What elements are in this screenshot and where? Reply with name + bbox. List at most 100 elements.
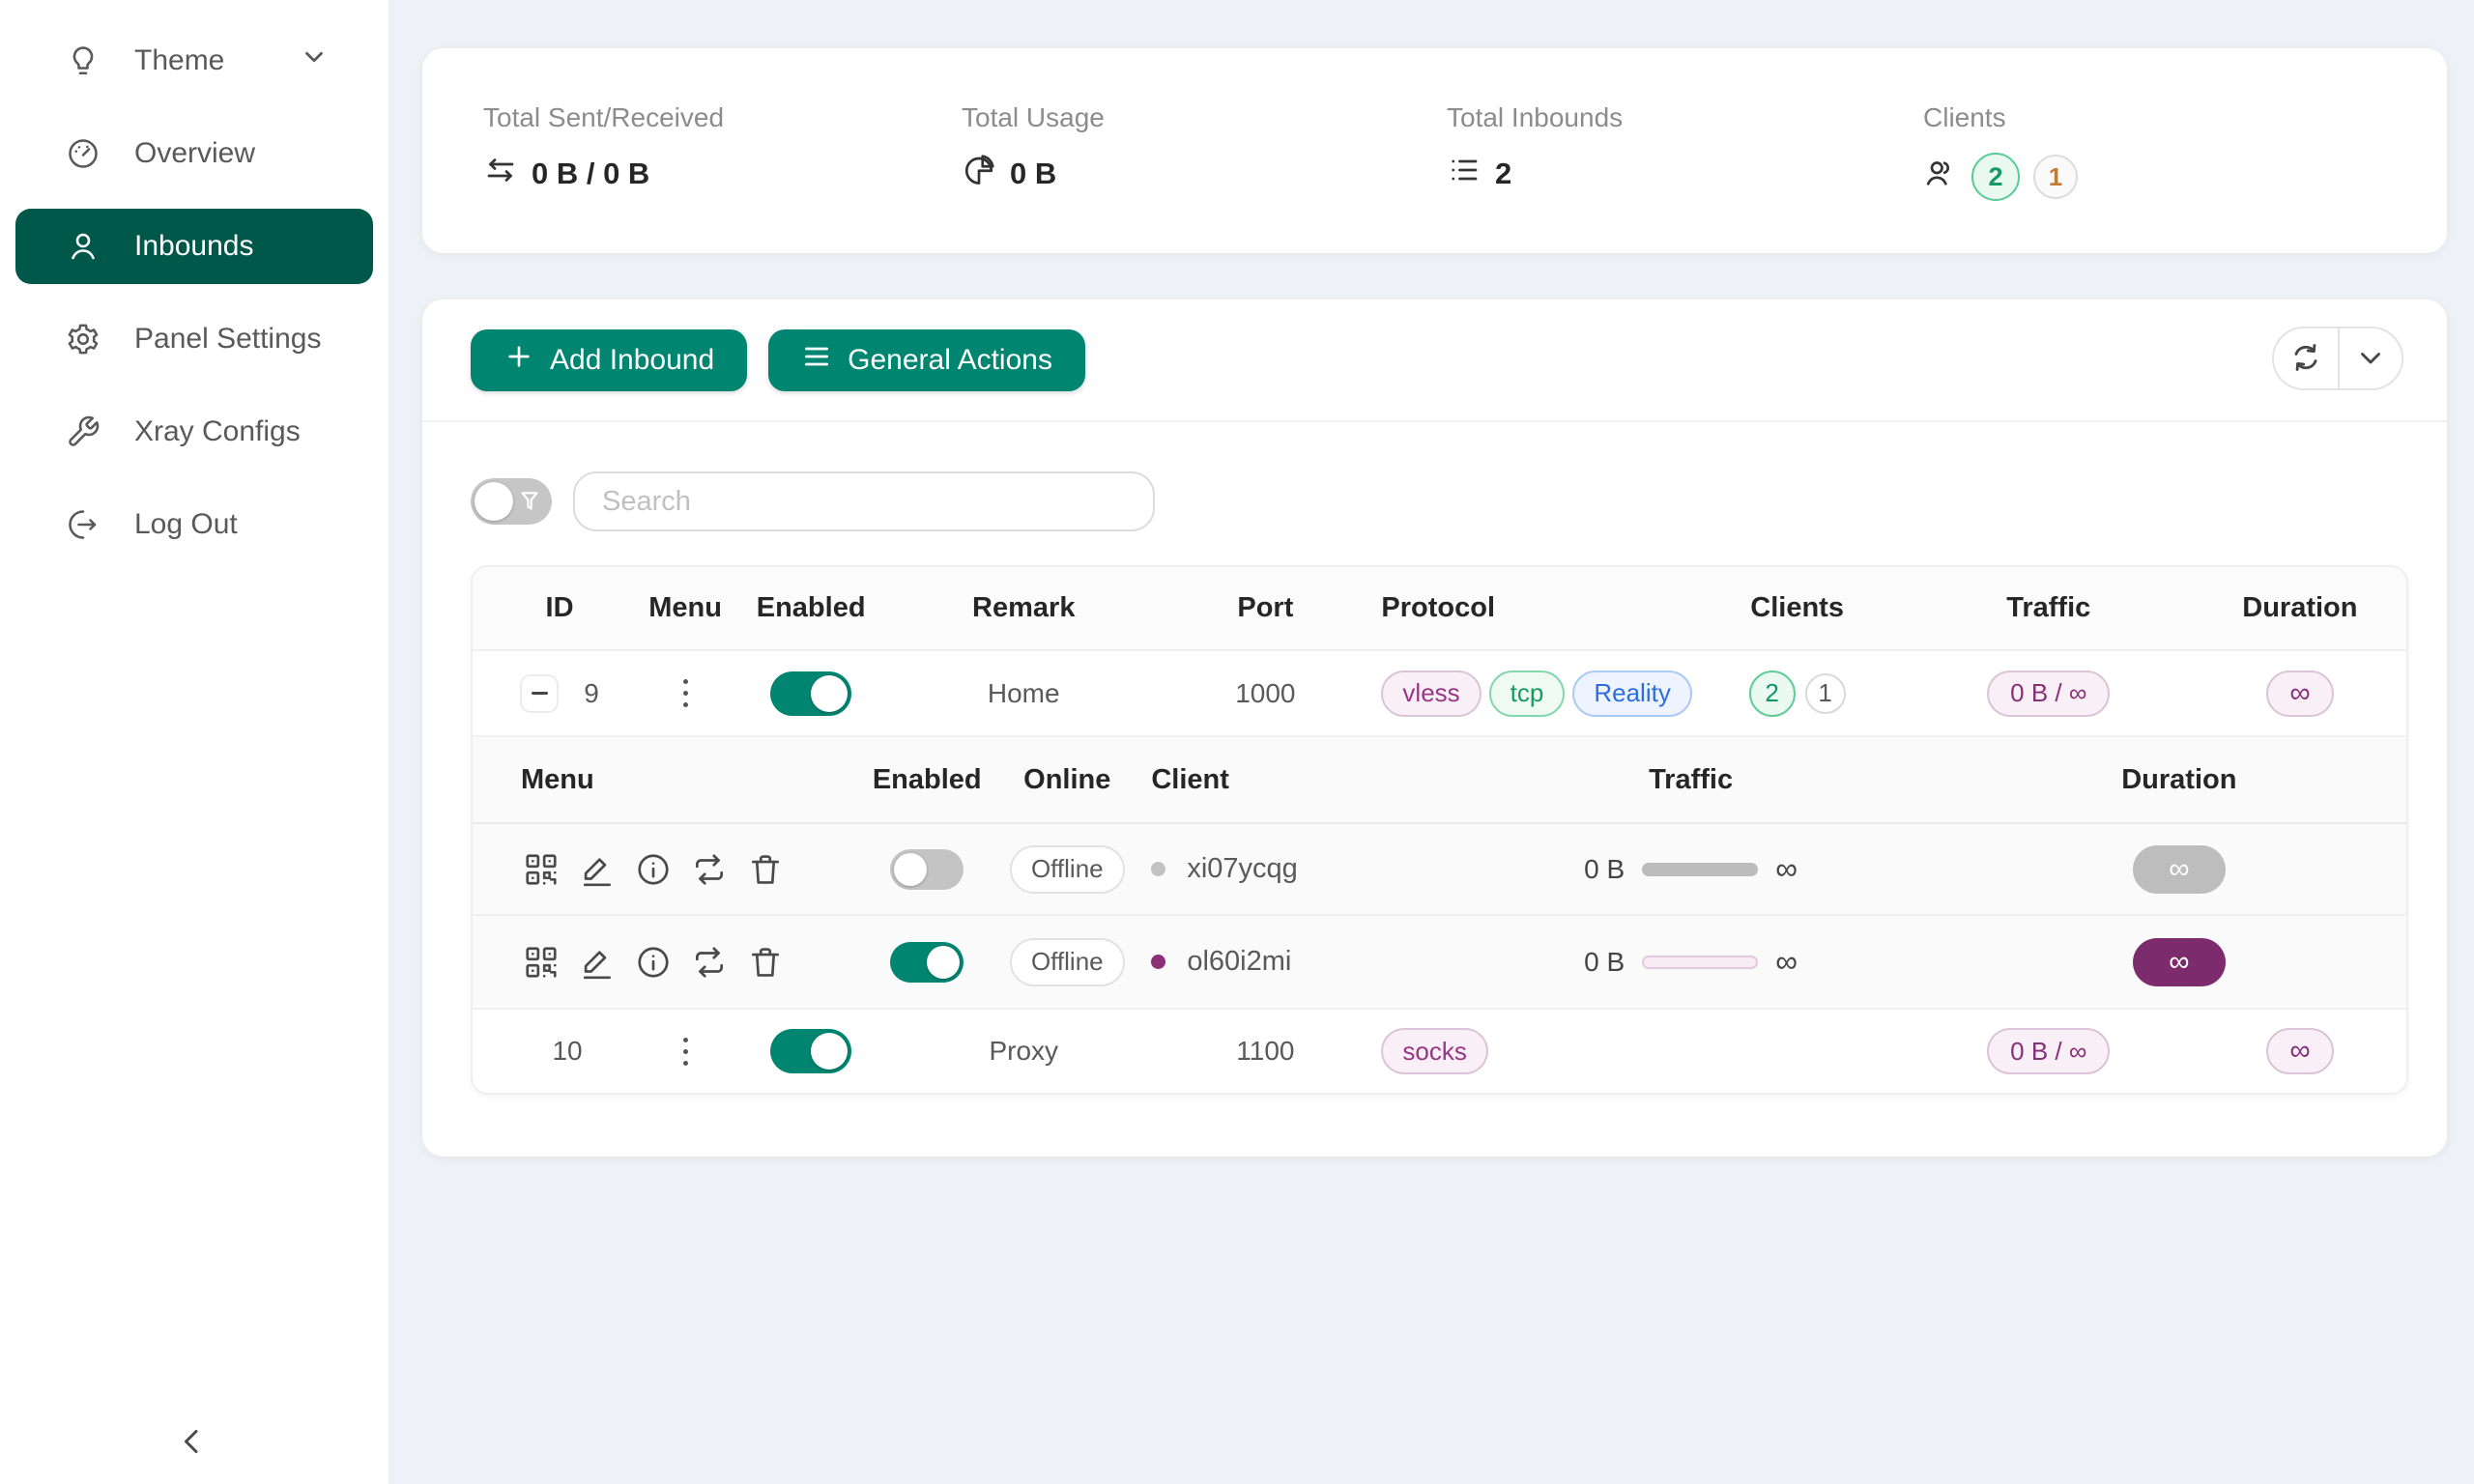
refresh-options-button[interactable] xyxy=(2338,328,2402,388)
clients-other-badge: 1 xyxy=(1805,673,1846,714)
client-traffic-cell: 0 B ∞ xyxy=(1429,944,1951,980)
header-protocol: Protocol xyxy=(1381,592,1690,624)
protocol-cell: vless tcp Reality xyxy=(1381,671,1690,717)
collapse-row-button[interactable] xyxy=(520,674,559,713)
header-remark: Remark xyxy=(898,592,1149,624)
port-cell: 1100 xyxy=(1149,1036,1381,1067)
traffic-value: 0 B xyxy=(1584,947,1625,978)
stat-label: Total Sent/Received xyxy=(483,102,724,133)
info-icon[interactable] xyxy=(633,849,674,890)
enabled-cell xyxy=(724,1029,898,1073)
client-enabled-toggle[interactable] xyxy=(890,849,964,890)
menu-cell xyxy=(647,673,724,713)
lightbulb-icon xyxy=(66,43,101,78)
app-screen: Theme Overview Inbounds xyxy=(0,0,2474,1484)
infinity-symbol: ∞ xyxy=(1775,851,1798,887)
stat-label: Clients xyxy=(1923,102,2078,133)
stat-label: Total Usage xyxy=(962,102,1105,133)
info-icon[interactable] xyxy=(633,942,674,983)
client-enabled-cell xyxy=(859,942,994,983)
reset-traffic-icon[interactable] xyxy=(689,942,730,983)
toolbar-divider xyxy=(422,420,2447,422)
clients-online-badge: 2 xyxy=(1971,153,2020,201)
stat-value: 2 xyxy=(1495,157,1511,191)
inbounds-card: Add Inbound General Actions xyxy=(422,300,2447,1156)
client-traffic-cell: 0 B ∞ xyxy=(1429,851,1951,887)
wrench-icon xyxy=(66,414,101,449)
subheader-menu: Menu xyxy=(473,764,859,796)
people-icon xyxy=(1923,156,1958,198)
qr-code-icon[interactable] xyxy=(521,849,561,890)
chevron-left-icon xyxy=(176,1424,211,1464)
header-traffic: Traffic xyxy=(1904,592,2194,624)
status-dot xyxy=(1151,862,1165,876)
sidebar-item-overview[interactable]: Overview xyxy=(15,116,373,191)
inbound-id: 9 xyxy=(584,678,599,709)
add-inbound-label: Add Inbound xyxy=(550,344,714,377)
minus-icon xyxy=(532,692,548,695)
online-status-pill: Offline xyxy=(1010,938,1125,986)
stat-value: 0 B / 0 B xyxy=(532,157,649,191)
stat-total-usage: Total Usage 0 B xyxy=(962,48,1105,253)
enabled-cell xyxy=(724,671,898,716)
id-cell: 10 xyxy=(473,1036,647,1067)
sidebar-collapse-button[interactable] xyxy=(166,1416,220,1470)
filter-toggle[interactable] xyxy=(471,478,552,525)
logout-icon xyxy=(66,507,101,542)
sidebar-item-label: Theme xyxy=(134,44,224,77)
reset-traffic-icon[interactable] xyxy=(689,849,730,890)
general-actions-button[interactable]: General Actions xyxy=(768,329,1085,391)
sidebar-item-inbounds[interactable]: Inbounds xyxy=(15,209,373,284)
duration-pill: ∞ xyxy=(2133,845,2226,894)
stats-card: Total Sent/Received 0 B / 0 B Total Usag… xyxy=(422,48,2447,253)
status-dot xyxy=(1151,955,1165,969)
client-menu-cell xyxy=(473,942,859,983)
client-duration-cell: ∞ xyxy=(1952,845,2406,894)
client-row-ol60i2mi: Offline ol60i2mi 0 B ∞ ∞ xyxy=(473,916,2406,1008)
duration-cell: ∞ xyxy=(2194,1028,2406,1074)
funnel-icon xyxy=(517,489,542,519)
duration-pill: ∞ xyxy=(2266,671,2333,717)
delete-trash-icon[interactable] xyxy=(745,849,786,890)
clients-deactive-badge: 1 xyxy=(2033,155,2078,199)
edit-pencil-icon[interactable] xyxy=(577,942,618,983)
clients-online-badge: 2 xyxy=(1749,671,1796,717)
edit-pencil-icon[interactable] xyxy=(577,849,618,890)
toggle-knob xyxy=(475,482,513,521)
hamburger-menu-icon xyxy=(801,341,832,380)
header-clients: Clients xyxy=(1691,592,1904,624)
stat-total-inbounds: Total Inbounds 2 xyxy=(1447,48,1623,253)
enabled-toggle[interactable] xyxy=(770,671,851,716)
sidebar-item-xray-configs[interactable]: Xray Configs xyxy=(15,394,373,470)
subheader-enabled: Enabled xyxy=(859,764,994,796)
traffic-progress-bar xyxy=(1642,863,1758,876)
list-icon xyxy=(1447,153,1482,195)
stat-clients: Clients 2 1 xyxy=(1923,48,2078,253)
subtable-header-row: Menu Enabled Online Client Traffic Durat… xyxy=(473,737,2406,824)
search-row xyxy=(471,471,1155,531)
header-menu: Menu xyxy=(647,592,724,624)
sidebar-item-label: Overview xyxy=(134,137,255,170)
traffic-pill: 0 B / ∞ xyxy=(1987,671,2110,717)
duration-cell: ∞ xyxy=(2194,671,2406,717)
qr-code-icon[interactable] xyxy=(521,942,561,983)
client-row-xi07ycqg: Offline xi07ycqg 0 B ∞ ∞ xyxy=(473,824,2406,916)
person-icon xyxy=(66,229,101,264)
sidebar-item-log-out[interactable]: Log Out xyxy=(15,487,373,562)
chevron-down-icon[interactable] xyxy=(300,43,329,79)
subheader-online: Online xyxy=(994,764,1139,796)
client-name: xi07ycqg xyxy=(1187,853,1297,885)
enabled-toggle[interactable] xyxy=(770,1029,851,1073)
add-inbound-button[interactable]: Add Inbound xyxy=(471,329,747,391)
kebab-menu-icon[interactable] xyxy=(677,1032,694,1071)
sidebar-item-panel-settings[interactable]: Panel Settings xyxy=(15,301,373,377)
table-row-inbound-10: 10 Proxy 1100 socks 0 B / ∞ xyxy=(473,1010,2406,1093)
kebab-menu-icon[interactable] xyxy=(677,673,694,713)
client-enabled-toggle[interactable] xyxy=(890,942,964,983)
search-input[interactable] xyxy=(573,471,1155,531)
client-name-cell: xi07ycqg xyxy=(1139,853,1429,885)
sidebar-item-theme[interactable]: Theme xyxy=(15,23,373,99)
delete-trash-icon[interactable] xyxy=(745,942,786,983)
duration-pill: ∞ xyxy=(2266,1028,2333,1074)
refresh-button[interactable] xyxy=(2274,328,2338,388)
